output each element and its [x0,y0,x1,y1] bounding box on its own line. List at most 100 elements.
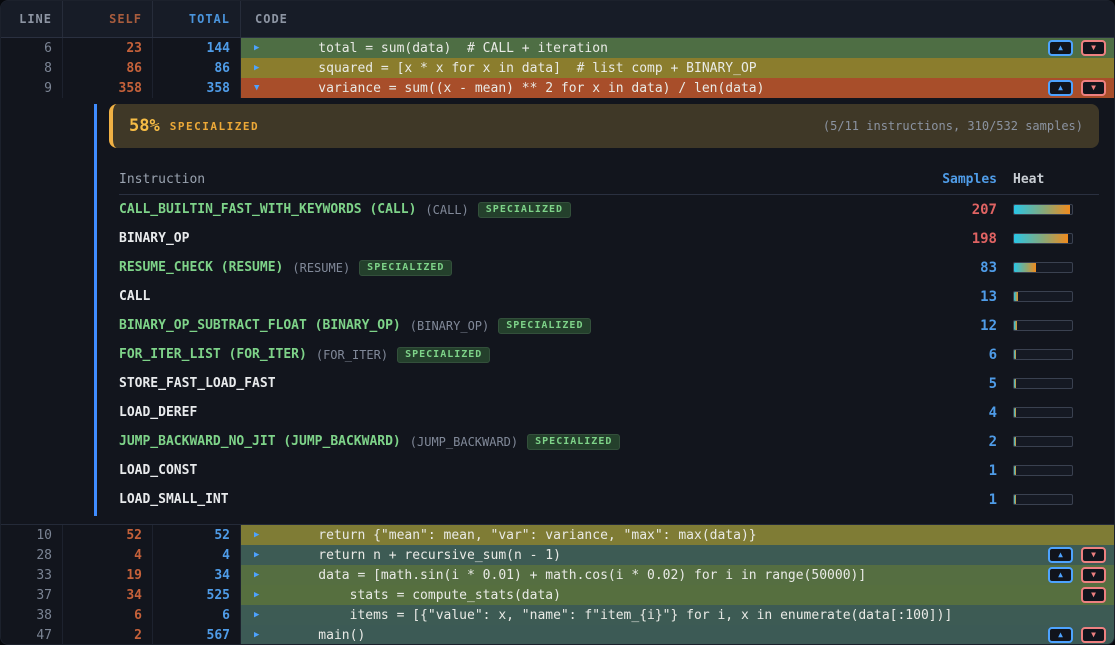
samples-count: 5 [917,376,997,392]
jump-down-button[interactable]: ▼ [1081,40,1106,56]
total-samples: 144 [153,38,241,58]
up-arrow-icon: ▲ [1058,571,1063,579]
heat-bar-fill [1014,466,1016,475]
jump-down-button[interactable]: ▼ [1081,567,1106,583]
samples-count: 198 [917,231,997,247]
specialized-badge: SPECIALIZED [478,202,571,218]
code-row-line-9[interactable]: 9358358▼ variance = sum((x - mean) ** 2 … [1,78,1114,98]
code-row-line-47[interactable]: 472567▶ main()▲▼ [1,625,1114,645]
heat-bar-fill [1014,437,1016,446]
line-number: 38 [1,605,63,625]
column-header-line: LINE [1,1,63,37]
instruction-name-cell: LOAD_DEREF [119,405,917,420]
samples-count: 12 [917,318,997,334]
instruction-row: JUMP_BACKWARD_NO_JIT (JUMP_BACKWARD)(JUM… [119,427,1099,456]
samples-count: 1 [917,492,997,508]
code-text: data = [math.sin(i * 0.01) + math.cos(i … [287,568,866,583]
code-row-line-6[interactable]: 623144▶ total = sum(data) # CALL + itera… [1,38,1114,58]
down-arrow-icon: ▼ [1091,571,1096,579]
code-cell[interactable]: ▼ variance = sum((x - mean) ** 2 for x i… [241,78,1114,98]
jump-up-button[interactable]: ▲ [1048,40,1073,56]
self-samples: 4 [63,545,153,565]
column-header-self: SELF [63,1,153,37]
samples-count: 1 [917,463,997,479]
code-text: items = [{"value": x, "name": f"item_{i}… [287,608,952,623]
jump-up-button[interactable]: ▲ [1048,80,1073,96]
instruction-rows: CALL_BUILTIN_FAST_WITH_KEYWORDS (CALL)(C… [119,195,1099,514]
heat-bar [1013,291,1073,302]
heat-bar [1013,436,1073,447]
heat-bar-fill [1014,408,1016,417]
code-row-line-37[interactable]: 3734525▶ stats = compute_stats(data)▼ [1,585,1114,605]
table-header: LINE SELF TOTAL CODE [1,1,1114,38]
instruction-table-header: Instruction Samples Heat [119,164,1099,195]
down-arrow-icon: ▼ [1091,591,1096,599]
code-row-line-33[interactable]: 331934▶ data = [math.sin(i * 0.01) + mat… [1,565,1114,585]
code-cell[interactable]: ▶ squared = [x * x for x in data] # list… [241,58,1114,78]
code-row-line-10[interactable]: 105252▶ return {"mean": mean, "var": var… [1,525,1114,545]
column-header-instruction: Instruction [119,172,917,187]
instruction-name: LOAD_CONST [119,463,197,478]
total-samples: 525 [153,585,241,605]
row-nav-buttons: ▲▼ [1048,80,1106,96]
total-samples: 34 [153,565,241,585]
up-arrow-icon: ▲ [1058,44,1063,52]
heat-bar [1013,465,1073,476]
code-cell[interactable]: ▶ items = [{"value": x, "name": f"item_{… [241,605,1114,625]
code-cell[interactable]: ▶ return n + recursive_sum(n - 1)▲▼ [241,545,1114,565]
heat-bar-fill [1014,234,1068,243]
row-nav-buttons: ▲▼ [1048,40,1106,56]
expand-arrow-icon[interactable]: ▶ [241,530,287,540]
heat-bar-fill [1014,495,1016,504]
expand-arrow-icon[interactable]: ▶ [241,630,287,640]
down-arrow-icon: ▼ [1091,631,1096,639]
self-samples: 6 [63,605,153,625]
self-samples: 2 [63,625,153,645]
instruction-name-cell: BINARY_OP [119,231,917,246]
instruction-base-opcode: (RESUME) [292,261,350,275]
instruction-base-opcode: (CALL) [425,203,468,217]
code-cell[interactable]: ▶ total = sum(data) # CALL + iteration▲▼ [241,38,1114,58]
specialization-banner: 58% SPECIALIZED (5/11 instructions, 310/… [109,104,1099,148]
line-number: 33 [1,565,63,585]
code-row-line-28[interactable]: 2844▶ return n + recursive_sum(n - 1)▲▼ [1,545,1114,565]
expand-arrow-icon[interactable]: ▶ [241,570,287,580]
jump-up-button[interactable]: ▲ [1048,627,1073,643]
column-header-heat: Heat [1013,172,1073,187]
self-samples: 23 [63,38,153,58]
code-cell[interactable]: ▶ main()▲▼ [241,625,1114,645]
code-row-line-38[interactable]: 3866▶ items = [{"value": x, "name": f"it… [1,605,1114,625]
jump-up-button[interactable]: ▲ [1048,567,1073,583]
total-samples: 567 [153,625,241,645]
expand-arrow-icon[interactable]: ▶ [241,590,287,600]
row-nav-buttons: ▼ [1081,587,1106,603]
specialized-badge: SPECIALIZED [527,434,620,450]
code-cell[interactable]: ▶ stats = compute_stats(data)▼ [241,585,1114,605]
expand-arrow-icon[interactable]: ▶ [241,610,287,620]
up-arrow-icon: ▲ [1058,551,1063,559]
code-cell[interactable]: ▶ return {"mean": mean, "var": variance,… [241,525,1114,545]
line-number: 6 [1,38,63,58]
instruction-name-cell: CALL [119,289,917,304]
instruction-row: CALL_BUILTIN_FAST_WITH_KEYWORDS (CALL)(C… [119,195,1099,224]
jump-down-button[interactable]: ▼ [1081,547,1106,563]
expand-arrow-icon[interactable]: ▶ [241,63,287,73]
expand-arrow-icon[interactable]: ▶ [241,550,287,560]
jump-down-button[interactable]: ▼ [1081,627,1106,643]
jump-down-button[interactable]: ▼ [1081,587,1106,603]
instruction-name: BINARY_OP [119,231,189,246]
code-cell[interactable]: ▶ data = [math.sin(i * 0.01) + math.cos(… [241,565,1114,585]
expand-arrow-icon[interactable]: ▶ [241,43,287,53]
code-row-line-8[interactable]: 88686▶ squared = [x * x for x in data] #… [1,58,1114,78]
heat-bar-fill [1014,350,1016,359]
instruction-base-opcode: (JUMP_BACKWARD) [410,435,518,449]
heat-bar [1013,233,1073,244]
column-header-code: CODE [241,1,1114,37]
collapse-arrow-icon[interactable]: ▼ [241,83,287,93]
jump-up-button[interactable]: ▲ [1048,547,1073,563]
line-number: 47 [1,625,63,645]
code-text: variance = sum((x - mean) ** 2 for x in … [287,81,764,96]
jump-down-button[interactable]: ▼ [1081,80,1106,96]
code-text: squared = [x * x for x in data] # list c… [287,61,757,76]
instruction-name: CALL [119,289,150,304]
